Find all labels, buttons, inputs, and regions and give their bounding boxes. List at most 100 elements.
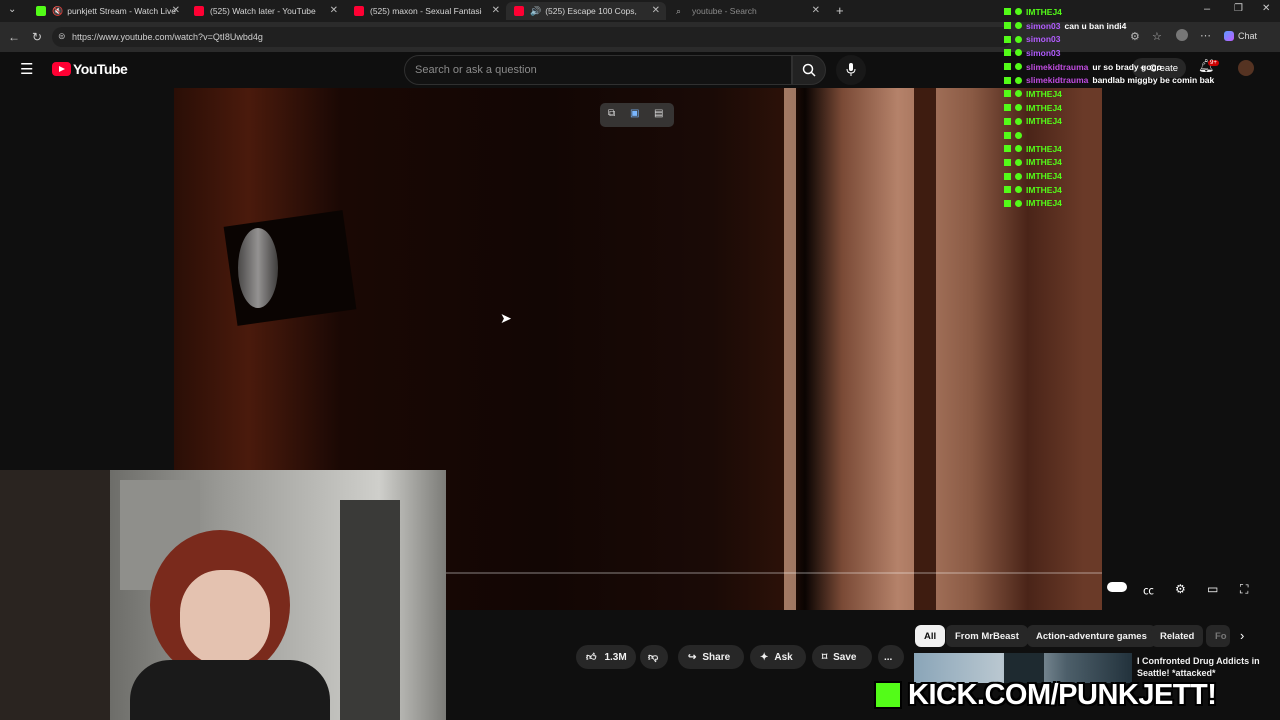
more-dots-icon: ... bbox=[884, 651, 893, 663]
muted-icon: 🔇 bbox=[52, 5, 64, 16]
chevron-right-icon[interactable]: › bbox=[1240, 628, 1244, 643]
chat-message: simon03 bbox=[1004, 32, 1204, 46]
search-input[interactable]: Search or ask a question bbox=[404, 55, 792, 85]
new-tab-button[interactable]: + bbox=[836, 3, 844, 18]
ask-button[interactable]: ✦ Ask bbox=[750, 645, 806, 669]
subscriber-badge-icon bbox=[1015, 199, 1022, 207]
reload-icon[interactable]: ↻ bbox=[32, 30, 42, 44]
chat-text: can u ban indi4 bbox=[1064, 20, 1127, 31]
kick-logo-icon bbox=[874, 681, 902, 709]
search-placeholder: Search or ask a question bbox=[415, 64, 537, 76]
tab-title: (525) Escape 100 Cops, Win $ bbox=[545, 6, 637, 16]
window-close-icon[interactable]: ✕ bbox=[1262, 3, 1270, 14]
chat-label: Chat bbox=[1238, 31, 1258, 41]
back-icon[interactable]: ← bbox=[8, 30, 20, 44]
bookmark-icon: ⌑ bbox=[822, 651, 828, 663]
chat-username: IMTHEJ4 bbox=[1026, 143, 1062, 154]
audio-icon: 🔊 bbox=[530, 5, 542, 16]
chip-action-adventure[interactable]: Action-adventure games bbox=[1027, 625, 1156, 647]
search-favicon-icon: ⌕ bbox=[676, 6, 682, 16]
save-button[interactable]: ⌑ Save bbox=[812, 645, 872, 669]
youtube-favicon-icon bbox=[514, 6, 524, 16]
chat-username: IMTHEJ4 bbox=[1026, 157, 1062, 168]
search-icon bbox=[802, 63, 816, 77]
search-button[interactable] bbox=[792, 55, 826, 85]
chat-username: IMTHEJ4 bbox=[1026, 88, 1062, 99]
mouse-cursor-icon: ➤ bbox=[500, 310, 512, 326]
youtube-favicon-icon bbox=[354, 6, 364, 16]
chat-text: bandlab miggby be comin bak bbox=[1092, 75, 1215, 86]
tab-escape-cops[interactable]: 🔊 (525) Escape 100 Cops, Win $ ✕ bbox=[506, 2, 666, 20]
theater-mode-icon[interactable]: ▭ bbox=[1207, 582, 1218, 596]
webcam-face bbox=[180, 570, 270, 665]
chip-partial[interactable]: Fo bbox=[1206, 625, 1230, 647]
restore-icon[interactable]: ❐ bbox=[1234, 3, 1243, 14]
chat-message: IMTHEJ4 bbox=[1004, 197, 1204, 211]
chip-from-mrbeast[interactable]: From MrBeast bbox=[946, 625, 1028, 647]
dislike-button[interactable]: 👎︎ bbox=[640, 645, 668, 669]
chat-message: IMTHEJ4 bbox=[1004, 115, 1204, 129]
chat-message bbox=[1004, 128, 1204, 142]
tab-maxon[interactable]: (525) maxon - Sexual Fantasies Fl ✕ bbox=[346, 2, 506, 20]
chat-message: IMTHEJ4 bbox=[1004, 156, 1204, 170]
settings-gear-icon[interactable]: ⚙ bbox=[1175, 582, 1186, 596]
chat-username: simon03 bbox=[1026, 47, 1061, 58]
tab-kick[interactable]: 🔇 punkjett Stream - Watch Live ✕ bbox=[28, 2, 186, 20]
subscriber-badge-icon bbox=[1015, 49, 1022, 57]
subscriber-badge-icon bbox=[1015, 117, 1022, 125]
autoplay-toggle[interactable] bbox=[1107, 582, 1127, 592]
close-icon[interactable]: ✕ bbox=[330, 5, 338, 16]
chat-username: slimekidtrauma bbox=[1026, 61, 1089, 72]
tab-list-chevron-icon[interactable]: ⌄ bbox=[8, 4, 16, 15]
subscriber-badge-icon bbox=[1015, 104, 1022, 112]
chip-related[interactable]: Related bbox=[1151, 625, 1204, 647]
chat-message: IMTHEJ4 bbox=[1004, 87, 1204, 101]
close-icon[interactable]: ✕ bbox=[652, 5, 660, 16]
tab-search[interactable]: ⌕ youtube - Search ✕ bbox=[668, 2, 826, 20]
kick-banner-text: KICK.COM/PUNKJETT! bbox=[908, 678, 1217, 711]
share-icon: ↪ bbox=[688, 651, 697, 663]
close-icon[interactable]: ✕ bbox=[172, 5, 180, 16]
chat-username: slimekidtrauma bbox=[1026, 75, 1089, 86]
related-video-title[interactable]: I Confronted Drug Addicts in Seattle! *a… bbox=[1137, 655, 1277, 679]
notes-icon[interactable]: ▤ bbox=[654, 108, 663, 119]
site-info-icon[interactable]: ⊜ bbox=[58, 31, 66, 42]
chat-message: slimekidtrauma bandlab miggby be comin ba… bbox=[1004, 73, 1214, 87]
close-icon[interactable]: ✕ bbox=[492, 5, 500, 16]
thumbs-down-icon: 👎︎ bbox=[648, 652, 659, 663]
visual-search-icon[interactable]: ▣ bbox=[630, 108, 639, 119]
youtube-logo[interactable]: YouTube bbox=[52, 61, 128, 77]
chat-username: IMTHEJ4 bbox=[1026, 184, 1062, 195]
share-button[interactable]: ↪ Share bbox=[678, 645, 744, 669]
minimize-icon[interactable]: – bbox=[1204, 3, 1210, 15]
subscriber-badge-icon bbox=[1015, 186, 1022, 194]
chat-button[interactable]: Chat bbox=[1224, 31, 1257, 41]
hamburger-menu-icon[interactable]: ☰ bbox=[20, 60, 33, 78]
kick-badge-icon bbox=[1004, 172, 1011, 180]
kick-badge-icon bbox=[1004, 199, 1011, 207]
video-plank-gap bbox=[914, 88, 936, 610]
kick-badge-icon bbox=[1004, 35, 1011, 43]
tab-watch-later[interactable]: (525) Watch later - YouTube ✕ bbox=[186, 2, 344, 20]
progress-bar[interactable] bbox=[446, 572, 1102, 574]
sparkle-icon: ✦ bbox=[760, 651, 769, 663]
subscriber-badge-icon bbox=[1015, 172, 1022, 180]
like-button[interactable]: 👍︎ 1.3M bbox=[576, 645, 636, 669]
captions-icon[interactable]: ㏄ bbox=[1143, 582, 1154, 598]
close-icon[interactable]: ✕ bbox=[812, 5, 820, 16]
stream-chat-overlay: IMTHEJ4 simon03 can u ban indi4 simon03 simo… bbox=[1004, 5, 1214, 211]
fullscreen-icon[interactable]: ⛶ bbox=[1240, 582, 1248, 597]
avatar[interactable] bbox=[1238, 60, 1254, 76]
chat-username: IMTHEJ4 bbox=[1026, 102, 1062, 113]
more-actions-button[interactable]: ... bbox=[878, 645, 904, 669]
voice-search-button[interactable] bbox=[836, 55, 866, 85]
pip-icon[interactable]: ⧉ bbox=[608, 108, 615, 119]
url-field[interactable]: ⊜ https://www.youtube.com/watch?v=QtI8Uw… bbox=[52, 27, 1012, 47]
subscriber-badge-icon bbox=[1015, 8, 1022, 16]
kick-badge-icon bbox=[1004, 63, 1011, 71]
kick-badge-icon bbox=[1004, 117, 1011, 125]
ask-label: Ask bbox=[774, 651, 793, 663]
tab-title: (525) maxon - Sexual Fantasies Fl bbox=[370, 6, 482, 16]
chip-all[interactable]: All bbox=[915, 625, 946, 647]
url-text: https://www.youtube.com/watch?v=QtI8Uwbd… bbox=[72, 32, 263, 42]
